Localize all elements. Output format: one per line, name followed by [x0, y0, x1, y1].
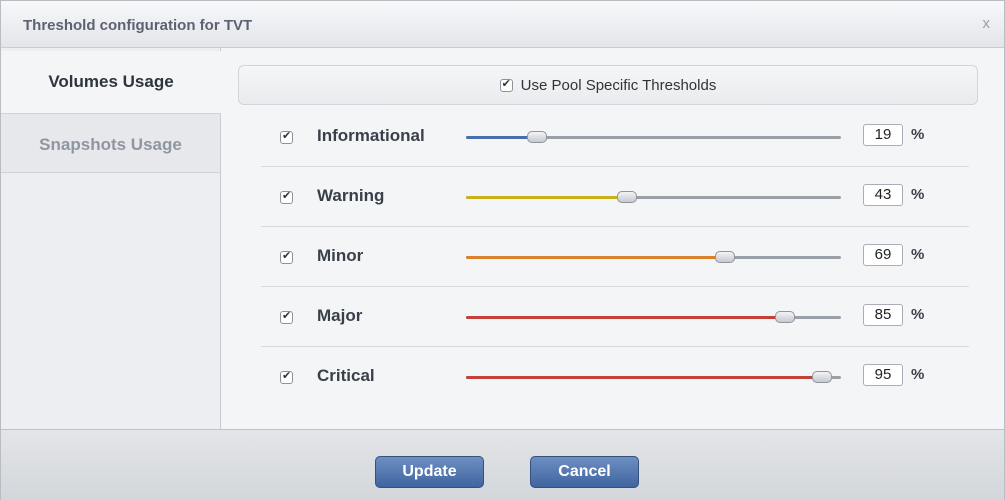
threshold-row-major: Major 85 % [261, 287, 969, 347]
update-button[interactable]: Update [375, 456, 484, 488]
thresholds-panel: Use Pool Specific Thresholds Information… [221, 48, 1004, 429]
minor-slider[interactable] [466, 251, 841, 263]
close-icon[interactable]: x [983, 15, 991, 32]
major-unit: % [911, 306, 925, 323]
warning-checkbox[interactable] [280, 189, 293, 204]
informational-value-input[interactable]: 19 [863, 124, 903, 146]
critical-slider[interactable] [466, 371, 841, 383]
major-value-input[interactable]: 85 [863, 304, 903, 326]
pool-thresholds-bar: Use Pool Specific Thresholds [238, 65, 978, 105]
informational-slider-thumb[interactable] [527, 131, 548, 143]
major-slider[interactable] [466, 311, 841, 323]
critical-unit: % [911, 366, 925, 383]
critical-value-input[interactable]: 95 [863, 364, 903, 386]
pool-thresholds-label: Use Pool Specific Thresholds [520, 76, 717, 94]
warning-unit: % [911, 186, 925, 203]
tab-snapshots-usage[interactable]: Snapshots Usage [1, 113, 220, 173]
pool-thresholds-checkbox[interactable] [499, 77, 513, 92]
threshold-row-informational: Informational 19 % [261, 107, 969, 167]
major-checkbox[interactable] [280, 309, 293, 324]
critical-slider-thumb[interactable] [812, 371, 833, 383]
informational-checkbox[interactable] [280, 129, 293, 144]
threshold-row-critical: Critical 95 % [261, 347, 969, 407]
informational-unit: % [911, 126, 925, 143]
major-label: Major [317, 306, 363, 325]
threshold-row-warning: Warning 43 % [261, 167, 969, 227]
title-bar: Threshold configuration for TVT x [1, 1, 1004, 48]
critical-label: Critical [317, 366, 375, 385]
critical-slider-fill [466, 376, 823, 379]
threshold-dialog: Threshold configuration for TVT x Volume… [0, 0, 1005, 500]
warning-slider-fill [466, 196, 628, 199]
informational-label: Informational [317, 126, 425, 145]
warning-slider[interactable] [466, 191, 841, 203]
warning-slider-thumb[interactable] [617, 191, 638, 203]
sidebar: Volumes Usage Snapshots Usage [1, 48, 221, 429]
dialog-title: Threshold configuration for TVT [23, 17, 253, 34]
minor-checkbox[interactable] [280, 249, 293, 264]
minor-slider-thumb[interactable] [714, 251, 735, 263]
critical-checkbox[interactable] [280, 369, 293, 384]
cancel-button[interactable]: Cancel [530, 456, 639, 488]
minor-unit: % [911, 246, 925, 263]
minor-label: Minor [317, 246, 364, 265]
informational-slider[interactable] [466, 131, 841, 143]
minor-slider-fill [466, 256, 725, 259]
major-slider-fill [466, 316, 785, 319]
tab-volumes-usage[interactable]: Volumes Usage [1, 51, 221, 113]
threshold-row-minor: Minor 69 % [261, 227, 969, 287]
minor-value-input[interactable]: 69 [863, 244, 903, 266]
warning-value-input[interactable]: 43 [863, 184, 903, 206]
major-slider-thumb[interactable] [774, 311, 795, 323]
warning-label: Warning [317, 186, 385, 205]
dialog-footer: Update Cancel [1, 429, 1004, 500]
